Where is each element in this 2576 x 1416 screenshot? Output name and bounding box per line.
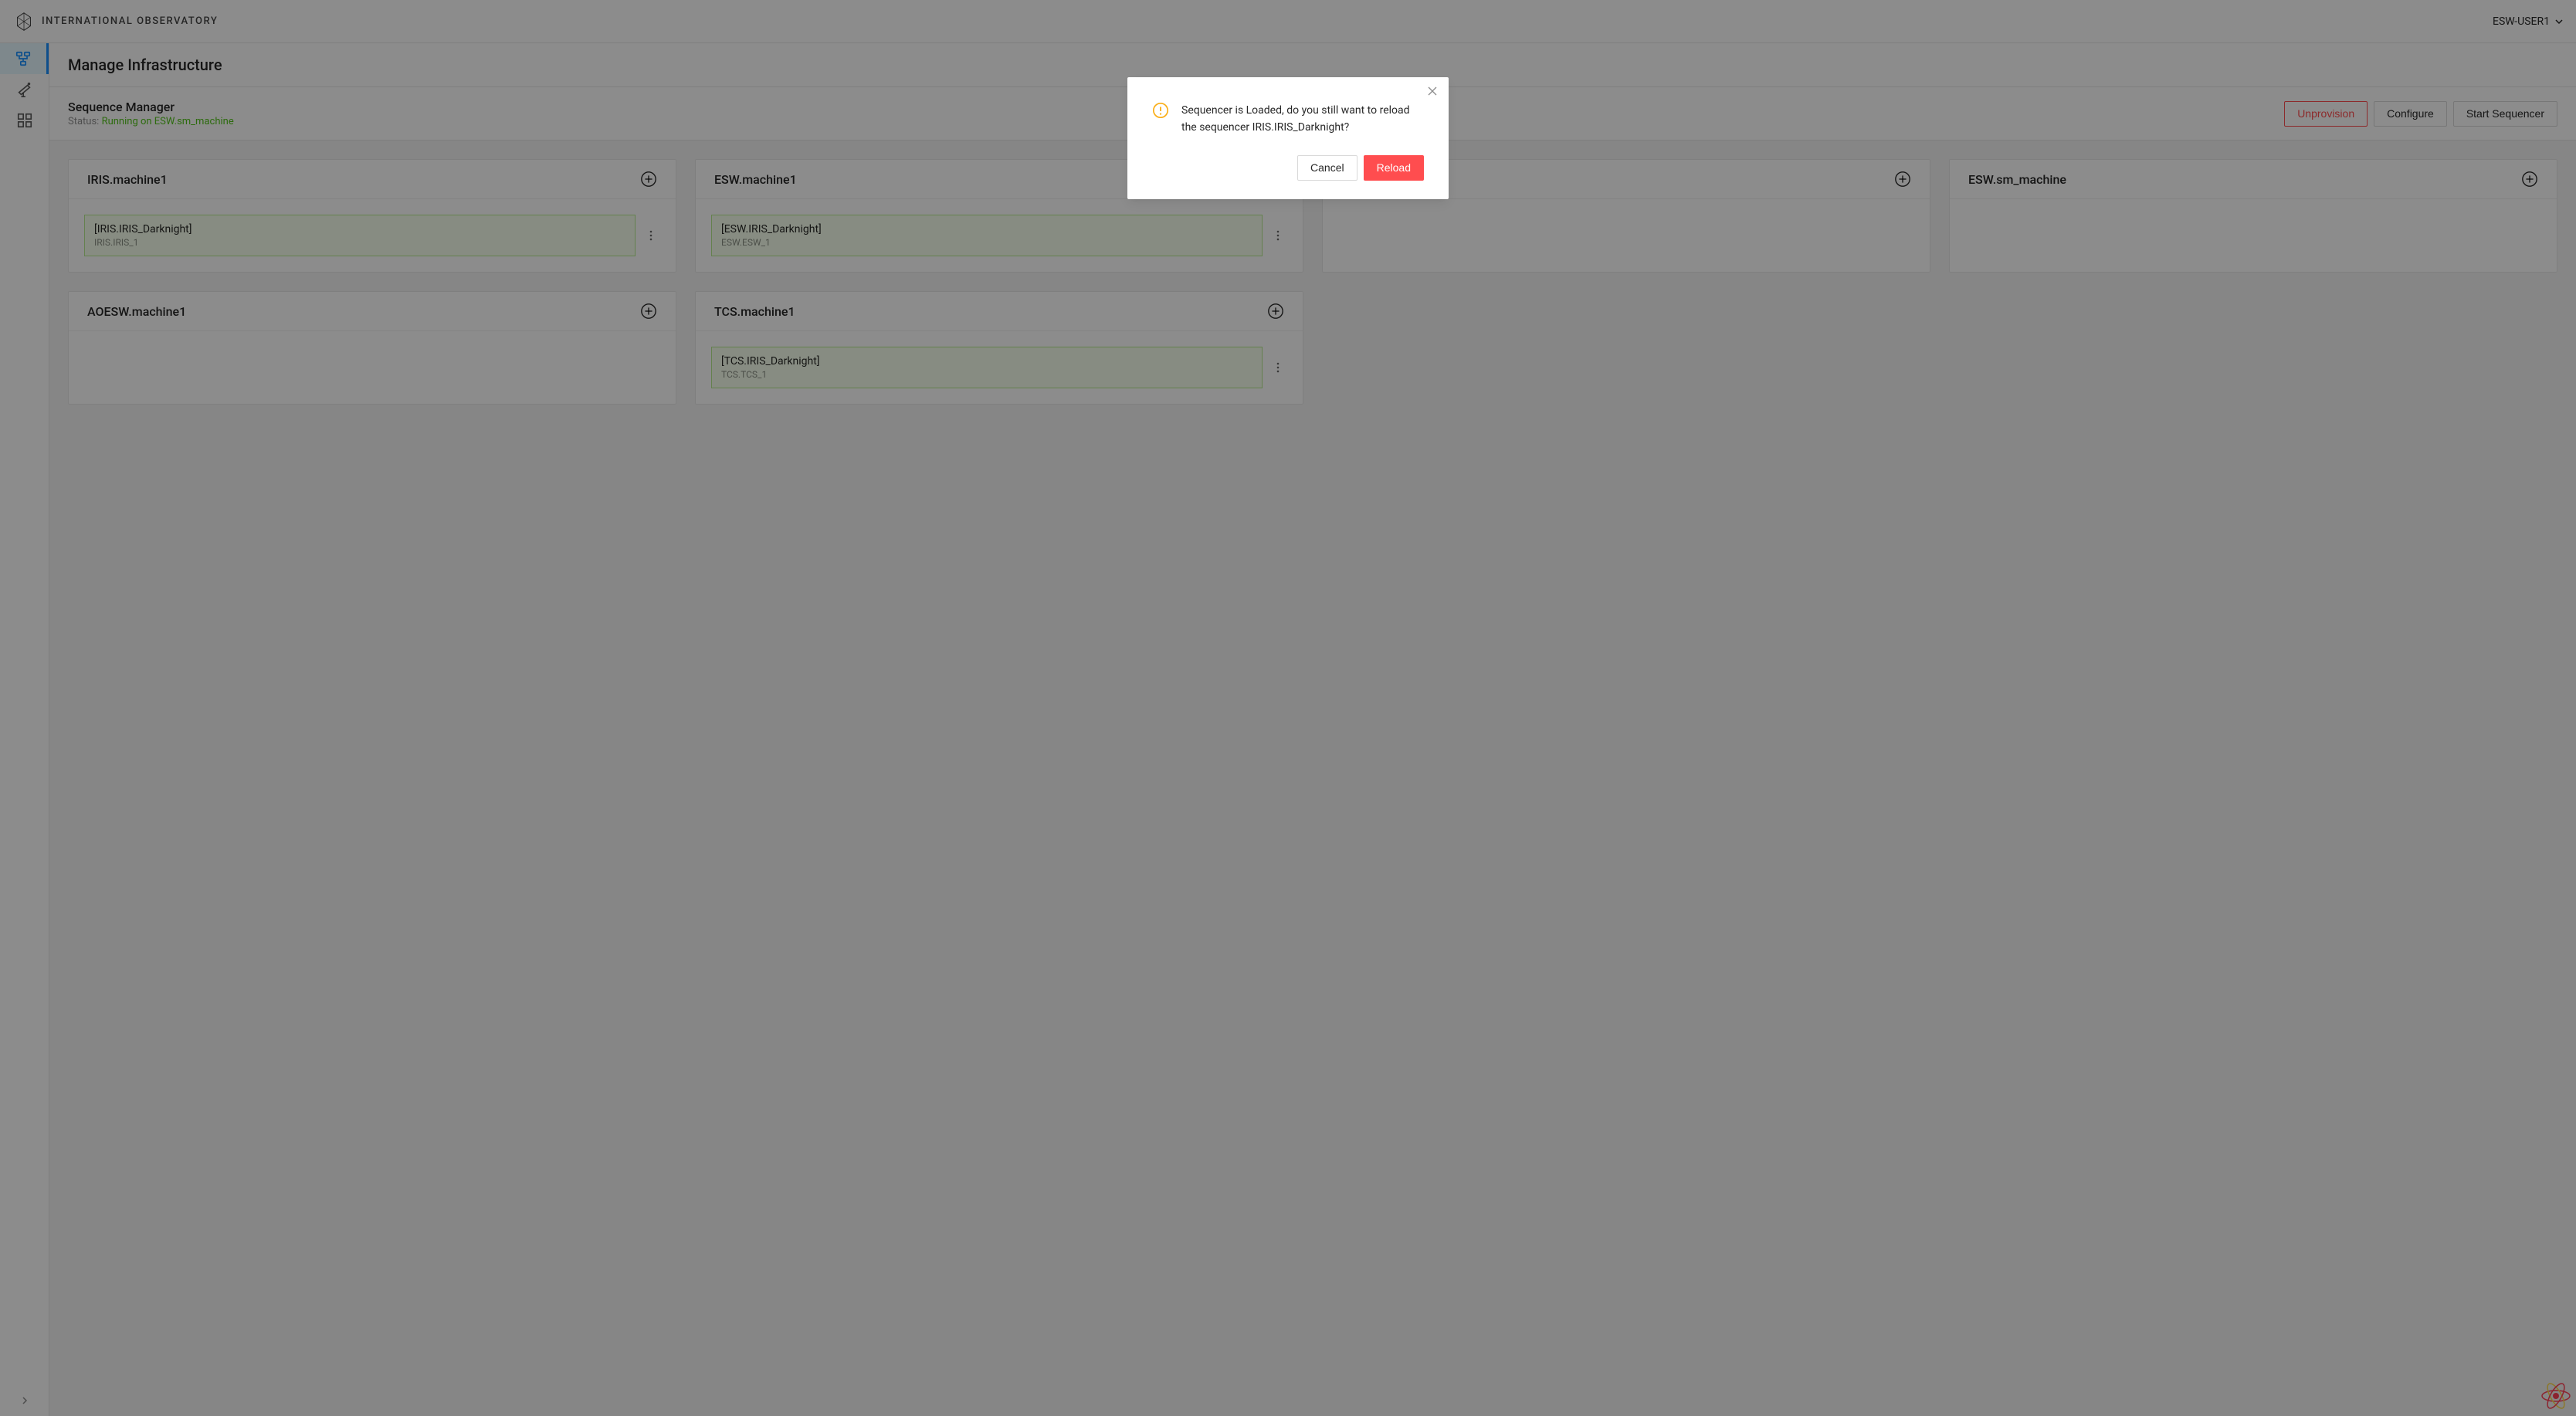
modal-message: Sequencer is Loaded, do you still want t… [1181, 102, 1424, 137]
modal-confirm-button[interactable]: Reload [1364, 155, 1424, 181]
close-icon [1427, 86, 1438, 97]
modal-close-button[interactable] [1427, 85, 1438, 100]
warning-icon [1152, 102, 1169, 119]
modal-backdrop[interactable] [0, 0, 2576, 1416]
confirm-modal: Sequencer is Loaded, do you still want t… [1127, 77, 1449, 199]
modal-cancel-button[interactable]: Cancel [1297, 155, 1357, 181]
